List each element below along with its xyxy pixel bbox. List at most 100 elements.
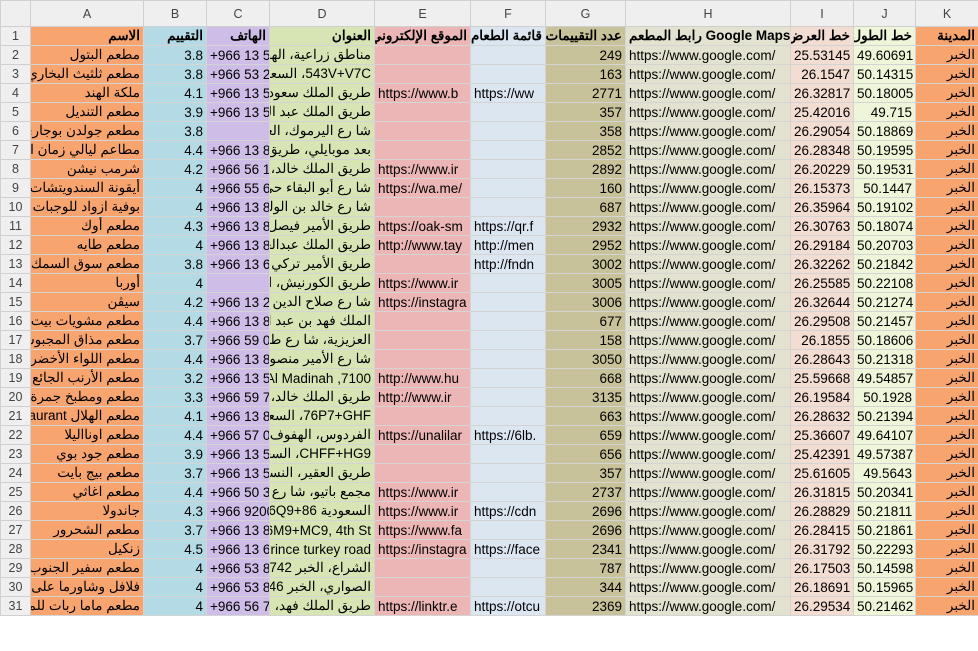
cell-website[interactable]: https://www.ir	[374, 273, 471, 293]
cell-maps-link[interactable]: https://www.google.com/	[625, 273, 791, 293]
header-cell-maps-link[interactable]: رابط المطعم Google Maps	[625, 26, 791, 46]
cell-rating[interactable]: 4	[143, 197, 207, 217]
cell-latitude[interactable]: 26.31792	[790, 539, 854, 559]
column-header-e[interactable]: E	[374, 0, 471, 27]
row-number[interactable]: 28	[0, 539, 31, 559]
cell-name[interactable]: مطعم مذاق المجبوس المميز	[30, 330, 144, 350]
cell-latitude[interactable]: 25.42016	[790, 102, 854, 122]
row-number[interactable]: 27	[0, 520, 31, 540]
cell-address[interactable]: السعودية 76Q9+86	[269, 501, 375, 521]
cell-website[interactable]: https://www.ir	[374, 482, 471, 502]
cell-name[interactable]: أوربا	[30, 273, 144, 293]
cell-maps-link[interactable]: https://www.google.com/	[625, 102, 791, 122]
cell-maps-link[interactable]: https://www.google.com/	[625, 368, 791, 388]
cell-menu[interactable]	[470, 463, 546, 483]
cell-name[interactable]: مطعم ثلثيث البخاري الشرقية	[30, 64, 144, 84]
cell-latitude[interactable]: 25.36607	[790, 425, 854, 445]
cell-city[interactable]: الخبر	[915, 463, 978, 483]
cell-city[interactable]: الخبر	[915, 330, 978, 350]
cell-longitude[interactable]: 50.14315	[853, 64, 916, 84]
cell-rating[interactable]: 3.2	[143, 368, 207, 388]
cell-reviews-count[interactable]: 358	[545, 121, 626, 141]
cell-name[interactable]: جاندولا	[30, 501, 144, 521]
cell-reviews-count[interactable]: 677	[545, 311, 626, 331]
cell-rating[interactable]: 4.4	[143, 482, 207, 502]
cell-city[interactable]: الخبر	[915, 197, 978, 217]
cell-menu[interactable]	[470, 311, 546, 331]
cell-phone[interactable]: +966 13 85	[206, 520, 270, 540]
cell-reviews-count[interactable]: 3005	[545, 273, 626, 293]
cell-address[interactable]: شا رع اليرموك، العقربية	[269, 121, 375, 141]
cell-address[interactable]: 76M9+MC9, 4th St	[269, 520, 375, 540]
cell-maps-link[interactable]: https://www.google.com/	[625, 83, 791, 103]
cell-website[interactable]: http://www.hu	[374, 368, 471, 388]
cell-city[interactable]: الخبر	[915, 596, 978, 616]
cell-phone[interactable]: +966 13 55	[206, 102, 270, 122]
cell-city[interactable]: الخبر	[915, 539, 978, 559]
cell-maps-link[interactable]: https://www.google.com/	[625, 463, 791, 483]
cell-rating[interactable]: 4	[143, 178, 207, 198]
column-header-c[interactable]: C	[206, 0, 270, 27]
cell-menu[interactable]: http://men	[470, 235, 546, 255]
row-number[interactable]: 6	[0, 121, 31, 141]
cell-menu[interactable]: https://face	[470, 539, 546, 559]
cell-longitude[interactable]: 49.57387	[853, 444, 916, 464]
row-number[interactable]: 19	[0, 368, 31, 388]
cell-longitude[interactable]: 50.21811	[853, 501, 916, 521]
cell-rating[interactable]: 4.1	[143, 406, 207, 426]
cell-address[interactable]: 7100, Al Madinah	[269, 368, 375, 388]
cell-longitude[interactable]: 49.60691	[853, 45, 916, 65]
cell-longitude[interactable]: 50.19102	[853, 197, 916, 217]
cell-phone[interactable]: +966 13 53	[206, 463, 270, 483]
cell-city[interactable]: الخبر	[915, 501, 978, 521]
row-number[interactable]: 30	[0, 577, 31, 597]
cell-longitude[interactable]: 50.15965	[853, 577, 916, 597]
cell-website[interactable]: https://instagra	[374, 292, 471, 312]
header-cell-phone[interactable]: الهاتف	[206, 26, 270, 46]
cell-rating[interactable]: 3.9	[143, 444, 207, 464]
cell-maps-link[interactable]: https://www.google.com/	[625, 406, 791, 426]
cell-reviews-count[interactable]: 344	[545, 577, 626, 597]
cell-city[interactable]: الخبر	[915, 273, 978, 293]
cell-website[interactable]: https://www.ir	[374, 501, 471, 521]
cell-latitude[interactable]: 26.31815	[790, 482, 854, 502]
cell-rating[interactable]: 4.4	[143, 140, 207, 160]
cell-reviews-count[interactable]: 249	[545, 45, 626, 65]
cell-address[interactable]: طريق العقير، النسيم	[269, 463, 375, 483]
cell-address[interactable]: مناطق زراعية، الهفوف	[269, 45, 375, 65]
cell-name[interactable]: مطعم جولدن بوجاري	[30, 121, 144, 141]
cell-address[interactable]: طريق الملك خالد، الخبر	[269, 159, 375, 179]
cell-latitude[interactable]: 26.30763	[790, 216, 854, 236]
cell-city[interactable]: الخبر	[915, 577, 978, 597]
cell-longitude[interactable]: 49.715	[853, 102, 916, 122]
cell-address[interactable]: مجمع باتيو، شا رع الأمير	[269, 482, 375, 502]
cell-website[interactable]: http://www.tay	[374, 235, 471, 255]
cell-latitude[interactable]: 26.18691	[790, 577, 854, 597]
column-header-g[interactable]: G	[545, 0, 626, 27]
cell-website[interactable]: https://www.ir	[374, 159, 471, 179]
cell-address[interactable]: طريق الأمير تركي، حي	[269, 254, 375, 274]
cell-rating[interactable]: 4.3	[143, 216, 207, 236]
cell-latitude[interactable]: 26.29508	[790, 311, 854, 331]
column-header-a[interactable]: A	[30, 0, 144, 27]
cell-longitude[interactable]: 49.5643	[853, 463, 916, 483]
row-number[interactable]: 9	[0, 178, 31, 198]
row-number[interactable]: 11	[0, 216, 31, 236]
cell-longitude[interactable]: 49.54857	[853, 368, 916, 388]
cell-maps-link[interactable]: https://www.google.com/	[625, 444, 791, 464]
cell-address[interactable]: 76P7+GHF، السعودية	[269, 406, 375, 426]
cell-latitude[interactable]: 26.15373	[790, 178, 854, 198]
cell-menu[interactable]	[470, 197, 546, 217]
cell-menu[interactable]	[470, 102, 546, 122]
cell-website[interactable]: https://www.fa	[374, 520, 471, 540]
cell-reviews-count[interactable]: 668	[545, 368, 626, 388]
cell-reviews-count[interactable]: 3002	[545, 254, 626, 274]
cell-address[interactable]: Prince turkey road	[269, 539, 375, 559]
header-cell-rating[interactable]: التقييم	[143, 26, 207, 46]
cell-latitude[interactable]: 26.35964	[790, 197, 854, 217]
cell-name[interactable]: سيڤن	[30, 292, 144, 312]
cell-website[interactable]	[374, 444, 471, 464]
cell-rating[interactable]: 4	[143, 596, 207, 616]
cell-name[interactable]: مطعم جود بوي	[30, 444, 144, 464]
cell-name[interactable]: فلافل وشاورما على كيفك	[30, 577, 144, 597]
